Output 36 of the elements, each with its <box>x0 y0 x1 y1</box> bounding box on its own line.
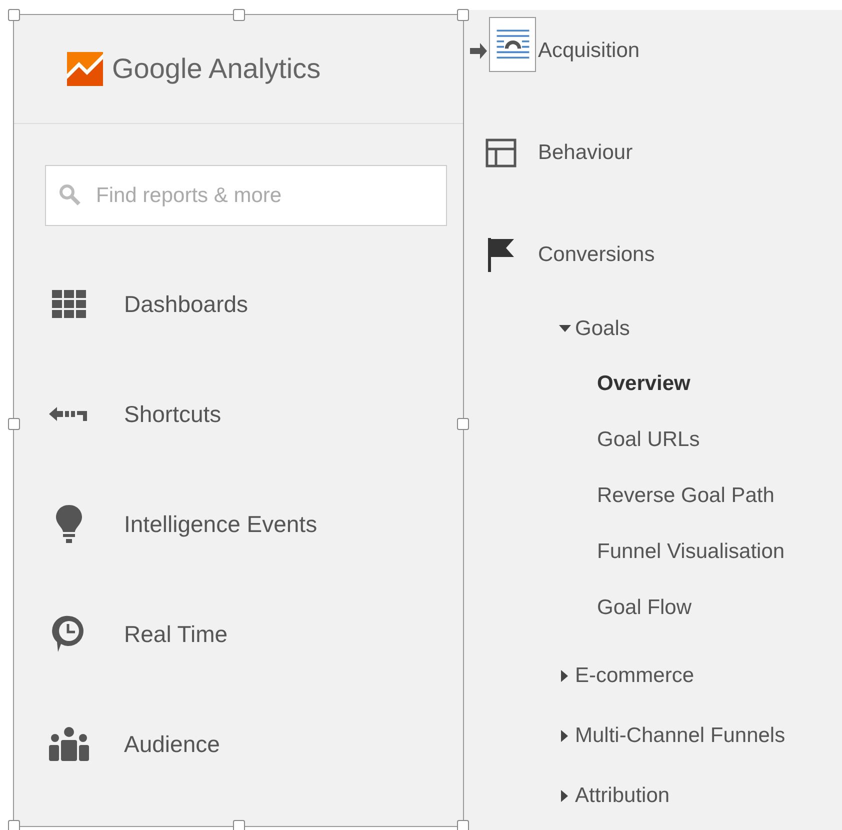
report-link[interactable]: Goal URLs <box>597 424 700 456</box>
search-icon <box>59 184 81 206</box>
logo-icon <box>67 52 103 86</box>
resize-handle[interactable] <box>233 9 245 21</box>
resize-handle[interactable] <box>8 820 20 830</box>
resize-handle[interactable] <box>457 9 469 21</box>
resize-handle[interactable] <box>457 820 469 830</box>
report-group[interactable]: Attribution <box>575 780 670 812</box>
report-section[interactable]: Conversions <box>538 239 655 271</box>
report-link[interactable]: Goal Flow <box>597 592 692 624</box>
resize-handle[interactable] <box>8 418 20 430</box>
nav-item[interactable]: Audience <box>124 726 220 762</box>
lightbulb-icon <box>55 504 83 544</box>
report-group[interactable]: E-commerce <box>575 660 694 692</box>
report-link[interactable]: Overview <box>597 368 690 400</box>
nav-item[interactable]: Intelligence Events <box>124 506 318 542</box>
nav-item[interactable]: Dashboards <box>124 286 248 322</box>
logo-text: Google Analytics <box>112 52 321 86</box>
layout-icon <box>485 138 517 168</box>
report-link[interactable]: Funnel Visualisation <box>597 536 785 568</box>
people-icon <box>49 726 89 762</box>
resize-handle[interactable] <box>233 820 245 830</box>
resize-handle[interactable] <box>8 9 20 21</box>
report-section[interactable]: Acquisition <box>538 35 640 67</box>
report-section[interactable]: Behaviour <box>538 137 633 169</box>
resize-handle[interactable] <box>457 418 469 430</box>
nav-item[interactable]: Shortcuts <box>124 396 222 432</box>
report-group[interactable]: Multi-Channel Funnels <box>575 720 786 752</box>
report-link[interactable]: Reverse Goal Path <box>597 480 774 512</box>
arrow-icon <box>49 406 89 422</box>
layout-options-icon[interactable] <box>489 17 536 72</box>
search-field[interactable]: Find reports & more <box>45 165 447 226</box>
grid-icon <box>51 289 87 319</box>
nav-item[interactable]: Real Time <box>124 616 228 652</box>
report-group[interactable]: Goals <box>575 313 630 345</box>
flag-icon <box>486 237 516 273</box>
